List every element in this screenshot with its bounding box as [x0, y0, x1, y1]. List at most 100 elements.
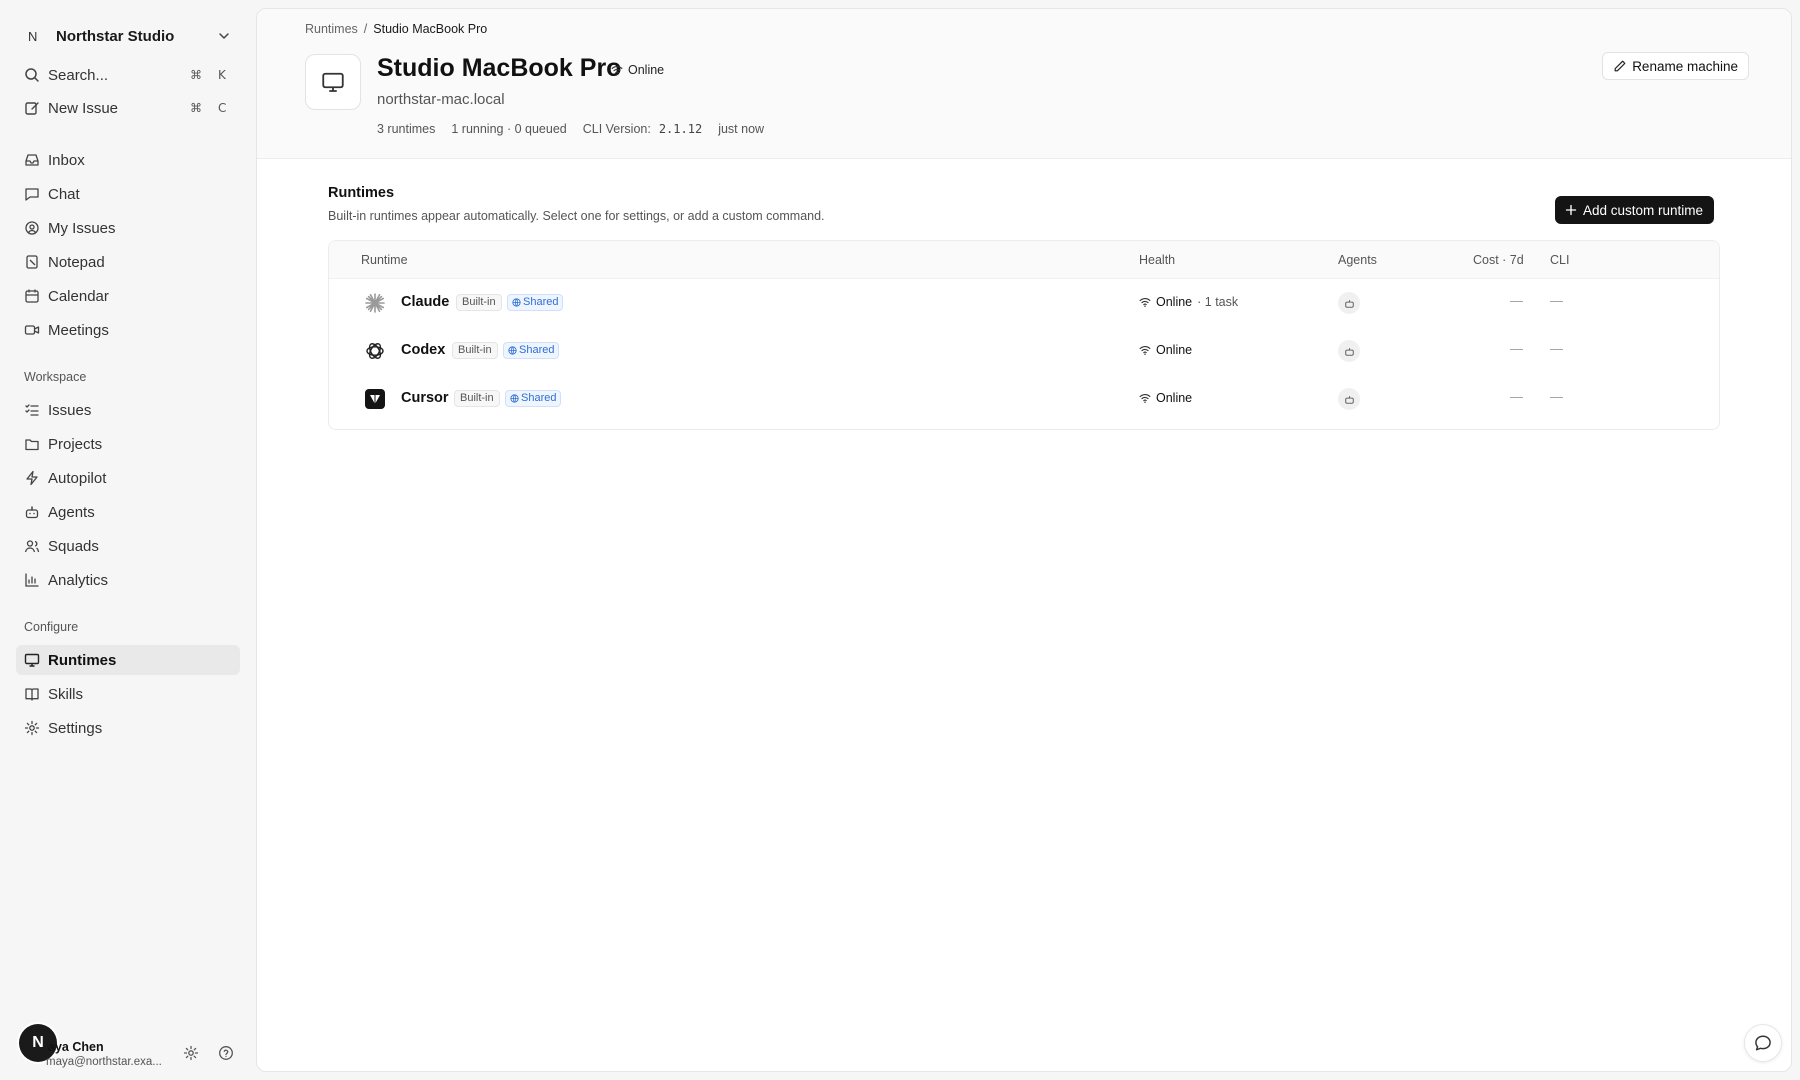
sidebar-item-label: Agents	[48, 503, 95, 521]
search-icon	[25, 68, 39, 82]
cli-label: CLI Version:	[582, 122, 651, 136]
sidebar-item-squads[interactable]: Squads	[16, 531, 240, 561]
cursor-logo-icon	[365, 389, 385, 409]
pencil-icon	[1614, 60, 1626, 72]
rename-label: Rename machine	[1632, 58, 1738, 74]
new-issue-button[interactable]: New Issue ⌘ C	[16, 93, 240, 123]
search-button[interactable]: Search... ⌘ K	[16, 60, 240, 90]
machine-header: Runtimes / Studio MacBook Pro Studio Mac…	[257, 9, 1791, 159]
page-title: Studio MacBook Pro	[377, 54, 622, 82]
gear-icon[interactable]	[183, 1045, 199, 1061]
chat-icon	[25, 188, 39, 201]
sidebar-item-analytics[interactable]: Analytics	[16, 565, 240, 595]
chevron-down-icon	[219, 33, 229, 39]
main-panel: Runtimes / Studio MacBook Pro Studio Mac…	[256, 8, 1792, 1072]
table-row[interactable]: Codex Built-in Shared Online — —	[329, 327, 1719, 375]
sidebar-item-projects[interactable]: Projects	[16, 429, 240, 459]
shared-label: Shared	[523, 296, 559, 308]
agent-chip[interactable]	[1338, 388, 1360, 410]
cli-value: —	[1550, 293, 1563, 308]
sidebar-item-inbox[interactable]: Inbox	[16, 145, 240, 175]
cli-value: —	[1550, 389, 1563, 404]
search-label: Search...	[48, 66, 109, 84]
sidebar-item-label: Chat	[48, 185, 80, 203]
new-issue-label: New Issue	[48, 99, 119, 117]
cli-version: 2.1.12	[658, 122, 703, 136]
sidebar-item-settings[interactable]: Settings	[16, 713, 240, 743]
sidebar-item-label: Skills	[48, 685, 84, 703]
shared-label: Shared	[519, 344, 555, 356]
breadcrumb-parent[interactable]: Runtimes	[305, 22, 358, 36]
sidebar-item-label: Analytics	[48, 571, 109, 589]
runtime-name: Cursor	[401, 390, 449, 406]
sidebar-item-label: Autopilot	[48, 469, 107, 487]
health-status: Online · 1 task	[1139, 295, 1238, 309]
health-text: Online	[1156, 295, 1193, 309]
column-header-cli[interactable]: CLI	[1550, 253, 1569, 267]
user-menu[interactable]: N aya Chen maya@northstar.exa...	[16, 1022, 246, 1070]
shared-label: Shared	[521, 392, 557, 404]
column-header-agents[interactable]: Agents	[1338, 253, 1377, 267]
shortcut-key: C	[218, 101, 227, 115]
section-title: Runtimes	[328, 185, 395, 201]
section-label-workspace: Workspace	[24, 370, 87, 384]
chat-fab-button[interactable]	[1744, 1024, 1782, 1062]
openai-logo-icon	[366, 343, 384, 359]
table-row[interactable]: Cursor Built-in Shared Online — —	[329, 375, 1719, 423]
sidebar-item-agents[interactable]: Agents	[16, 497, 240, 527]
help-icon[interactable]	[218, 1045, 234, 1061]
sidebar-item-runtimes[interactable]: Runtimes	[16, 645, 240, 675]
agent-chip[interactable]	[1338, 340, 1360, 362]
cost-value: —	[1510, 293, 1523, 308]
sidebar-item-skills[interactable]: Skills	[16, 679, 240, 709]
sidebar-item-chat[interactable]: Chat	[16, 179, 240, 209]
folder-icon	[25, 439, 39, 451]
sidebar-item-calendar[interactable]: Calendar	[16, 281, 240, 311]
sidebar-item-issues[interactable]: Issues	[16, 395, 240, 425]
sidebar-item-label: Projects	[48, 435, 103, 453]
robot-icon	[1344, 347, 1354, 356]
breadcrumb-current: Studio MacBook Pro	[373, 22, 488, 36]
shared-badge: Shared	[507, 294, 564, 311]
cost-value: —	[1510, 389, 1523, 404]
notepad-icon	[26, 255, 38, 269]
bolt-icon	[26, 470, 38, 486]
machine-meta: 3 runtimes 1 running · 0 queued CLI Vers…	[377, 122, 780, 136]
sidebar-item-label: Settings	[48, 719, 103, 737]
agent-chip[interactable]	[1338, 292, 1360, 314]
column-header-health[interactable]: Health	[1139, 253, 1175, 267]
claude-logo-icon	[365, 293, 385, 313]
table-row[interactable]: Claude Built-in Shared Online · 1 task —…	[329, 279, 1719, 327]
runtime-name: Codex	[401, 342, 446, 358]
job-status: 1 running · 0 queued	[451, 122, 567, 136]
globe-icon	[512, 298, 521, 307]
cost-value: —	[1510, 341, 1523, 356]
shared-badge: Shared	[503, 342, 560, 359]
status-badge: Online	[611, 63, 664, 77]
calendar-icon	[25, 289, 39, 303]
sidebar-item-meetings[interactable]: Meetings	[16, 315, 240, 345]
health-extra: · 1 task	[1197, 295, 1239, 309]
bar-chart-icon	[25, 573, 39, 587]
video-icon	[24, 325, 40, 335]
sidebar-item-my-issues[interactable]: My Issues	[16, 213, 240, 243]
sidebar-item-label: Meetings	[48, 321, 109, 339]
sidebar-item-notepad[interactable]: Notepad	[16, 247, 240, 277]
add-custom-runtime-button[interactable]: Add custom runtime	[1555, 196, 1715, 224]
column-header-cost[interactable]: Cost · 7d	[1473, 253, 1524, 267]
builtin-badge: Built-in	[456, 294, 502, 311]
globe-icon	[510, 394, 519, 403]
sidebar-item-autopilot[interactable]: Autopilot	[16, 463, 240, 493]
workspace-name: Northstar Studio	[56, 27, 175, 45]
rename-machine-button[interactable]: Rename machine	[1602, 52, 1749, 80]
list-icon	[25, 404, 39, 416]
robot-icon	[25, 506, 39, 519]
health-text: Online	[1156, 343, 1193, 357]
add-runtime-label: Add custom runtime	[1583, 202, 1704, 218]
table-header: Runtime Health Agents Cost · 7d CLI	[329, 241, 1719, 279]
column-header-runtime[interactable]: Runtime	[361, 253, 408, 267]
sidebar-item-label: Squads	[48, 537, 99, 555]
workspace-switcher[interactable]: N Northstar Studio	[16, 22, 240, 50]
health-status: Online	[1139, 343, 1192, 357]
sidebar-item-label: Runtimes	[48, 651, 117, 669]
